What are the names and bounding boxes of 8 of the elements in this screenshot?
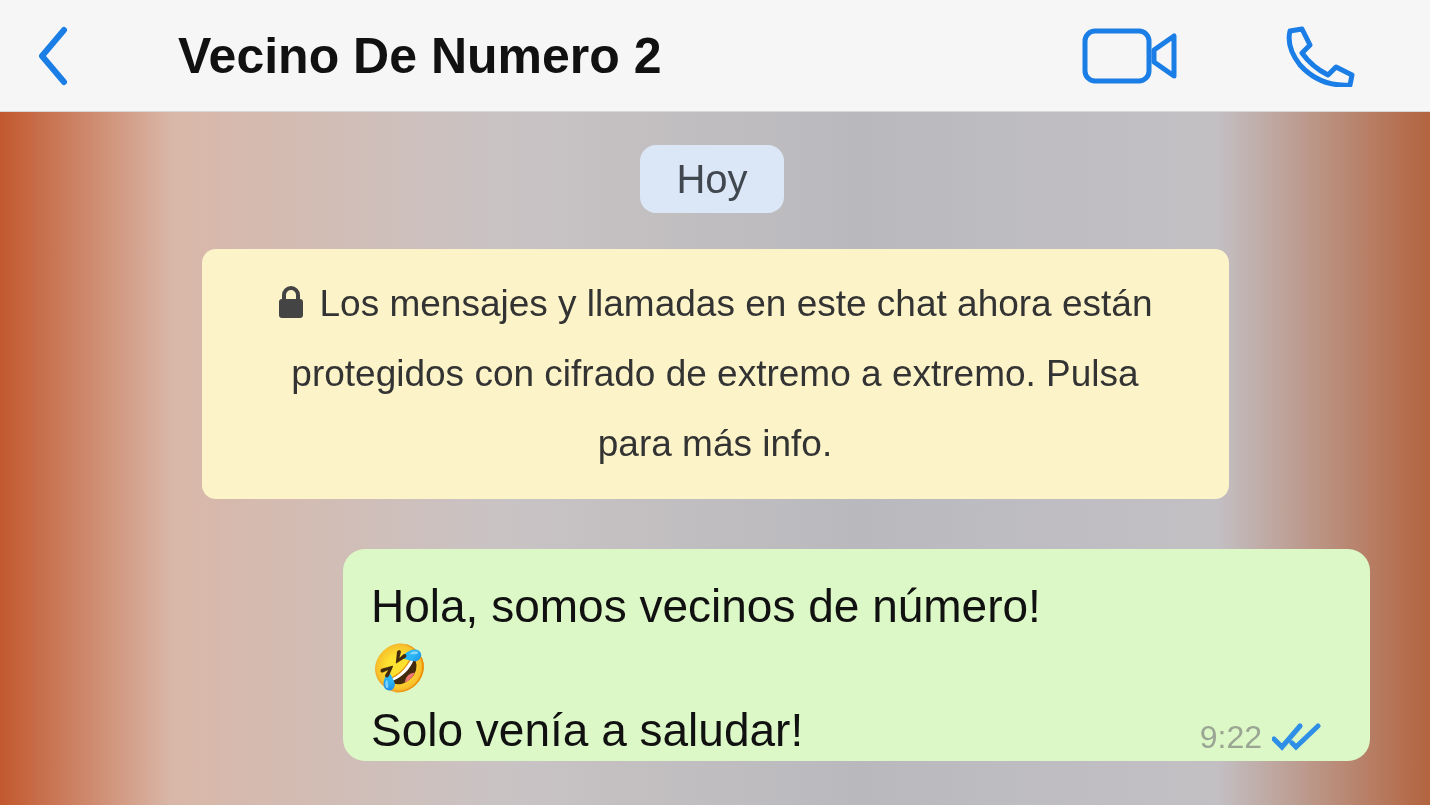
- encryption-notice-text: Los mensajes y llamadas en este chat ahora están protegidos con cifrado de extremo a extremo. Pulsa para más info.: [265, 269, 1165, 479]
- message-text: Hola, somos vecinos de número! 🤣 Solo venía a saludar!: [371, 579, 1041, 758]
- chat-title: Vecino De Numero 2: [178, 30, 662, 81]
- encryption-notice[interactable]: Los mensajes y llamadas en este chat ahora están protegidos con cifrado de extremo a extremo. Pulsa para más info.: [201, 249, 1229, 499]
- message-time: 9:22: [1199, 721, 1262, 753]
- video-camera-icon: [1082, 27, 1178, 84]
- date-chip: Hoy: [640, 145, 784, 213]
- lock-icon: [277, 286, 304, 318]
